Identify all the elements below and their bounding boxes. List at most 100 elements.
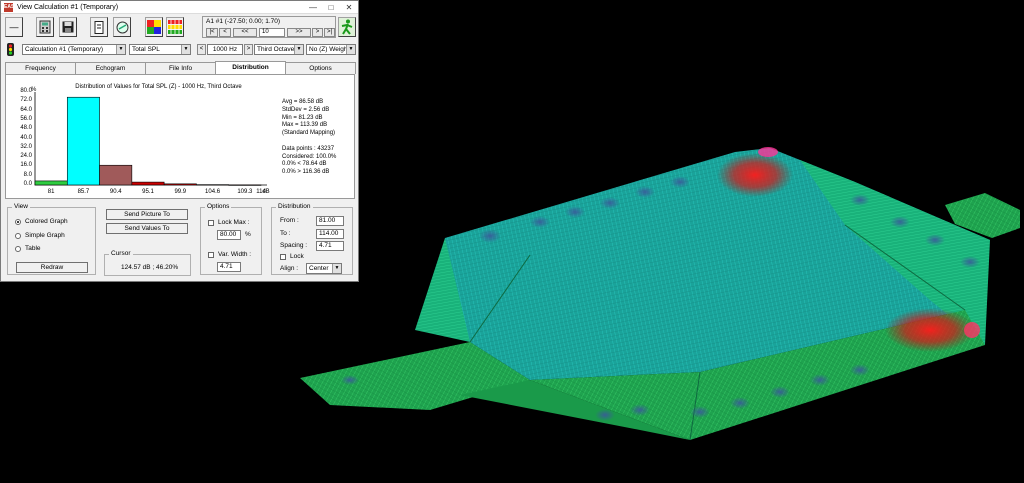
send-picture-button[interactable]: Send Picture To <box>106 209 188 220</box>
traffic-light-icon[interactable] <box>6 43 15 58</box>
last-position-button[interactable]: >| <box>324 28 335 37</box>
save-button[interactable] <box>59 17 77 37</box>
x-tick-label: 95.1 <box>142 189 154 195</box>
frequency-down-button[interactable]: < <box>197 44 206 55</box>
statistic-line: Avg = 86.58 dB <box>282 99 324 105</box>
statistic-line: Considered: 100.0% <box>282 153 337 160</box>
minimize-view-button[interactable]: — <box>5 17 23 37</box>
to-field[interactable]: 114.00 <box>316 229 344 239</box>
distribution-graph-panel: Distribution of Values for Total SPL (Z)… <box>5 74 355 199</box>
print-button[interactable] <box>90 17 108 37</box>
radio-icon <box>15 245 21 252</box>
fast-back-button[interactable]: << <box>233 28 257 37</box>
tab-echogram[interactable]: Echogram <box>75 62 146 74</box>
cursor-value: 124.57 dB ; 46.20% <box>121 264 179 271</box>
tab-file-info[interactable]: File Info <box>145 62 216 74</box>
histogram-bar[interactable] <box>131 181 165 186</box>
weighting-select[interactable]: No (Z) Weigh ▼ <box>306 44 356 55</box>
frequency-up-button[interactable]: > <box>244 44 253 55</box>
from-label: From : <box>280 217 299 224</box>
spacing-label: Spacing : <box>280 242 308 249</box>
chevron-down-icon: ▼ <box>346 45 355 54</box>
spacing-field[interactable]: 4.71 <box>316 241 344 251</box>
wizard-button[interactable] <box>113 17 131 37</box>
view-group: View Colored Graph Simple Graph Table Re… <box>7 203 96 275</box>
document-icon <box>94 20 104 34</box>
title-bar[interactable]: EASE View Calculation #1 (Temporary) — □… <box>1 1 358 14</box>
fast-forward-button[interactable]: >> <box>287 28 311 37</box>
selector-row: Calculation #1 (Temporary) ▼ Total SPL ▼… <box>1 42 358 57</box>
position-navigator: A1 #1 (-27.50; 0.00; 1.70) |< < << 10 >>… <box>202 16 336 38</box>
var-width-field[interactable]: 4.71 <box>217 262 241 272</box>
redraw-button[interactable]: Redraw <box>16 262 88 273</box>
calculation-select[interactable]: Calculation #1 (Temporary) ▼ <box>22 44 126 55</box>
toolbar: — A1 #1 (-27.50; 0.00; 1.70) |< < << 10 … <box>1 15 358 40</box>
var-width-label: Var. Width : <box>218 251 252 258</box>
radio-selected-icon <box>15 218 21 225</box>
chevron-down-icon: ▼ <box>181 45 190 54</box>
colored-graph-label: Colored Graph <box>25 218 68 225</box>
statistic-line: 0.0% > 116.36 dB <box>282 169 330 176</box>
next-position-button[interactable]: > <box>312 28 323 37</box>
color-map-button[interactable] <box>145 17 163 37</box>
align-label: Align : <box>280 265 299 272</box>
tab-frequency[interactable]: Frequency <box>5 62 76 74</box>
statistic-line: Max = 113.39 dB <box>282 122 328 129</box>
histogram-bar[interactable] <box>99 164 133 186</box>
view-calculation-window: EASE View Calculation #1 (Temporary) — □… <box>0 0 359 282</box>
previous-position-button[interactable]: < <box>219 28 231 37</box>
frequency-field[interactable]: 1000 Hz <box>207 44 243 55</box>
options-group-label: Options <box>205 203 232 210</box>
align-select[interactable]: Center ▼ <box>306 263 342 274</box>
color-grid-button[interactable] <box>166 17 184 37</box>
send-values-button[interactable]: Send Values To <box>106 223 188 234</box>
statistic-line: (Standard Mapping) <box>282 130 336 137</box>
histogram-bar[interactable] <box>228 184 262 186</box>
histogram-bar[interactable] <box>196 184 230 186</box>
options-group: Options Lock Max : 80.00 % Var. Width : … <box>200 203 262 275</box>
table-radio[interactable]: Table <box>15 245 41 252</box>
statistic-line <box>282 138 336 146</box>
align-select-value: Center <box>309 265 329 272</box>
colored-graph-radio[interactable]: Colored Graph <box>15 218 68 225</box>
measure-select-value: Total SPL <box>132 46 160 53</box>
simple-graph-label: Simple Graph <box>25 232 65 239</box>
close-button[interactable]: ✕ <box>340 3 358 12</box>
minimize-button[interactable]: — <box>304 3 322 12</box>
distribution-group-label: Distribution <box>276 203 313 210</box>
histogram-bar[interactable] <box>163 183 197 186</box>
lock-checkbox[interactable]: Lock <box>280 253 304 260</box>
x-tick-label: 104.6 <box>205 189 221 195</box>
first-position-button[interactable]: |< <box>206 28 218 37</box>
histogram-bar[interactable] <box>34 180 68 186</box>
step-field[interactable]: 10 <box>259 28 285 37</box>
weighting-select-value: No (Z) Weigh <box>309 46 348 53</box>
lock-max-field[interactable]: 80.00 <box>217 230 241 240</box>
simple-graph-radio[interactable]: Simple Graph <box>15 232 65 239</box>
floppy-disk-icon <box>62 21 74 33</box>
calculation-select-value: Calculation #1 (Temporary) <box>25 46 104 53</box>
exit-button[interactable] <box>338 17 356 37</box>
running-man-icon <box>341 19 353 35</box>
from-field[interactable]: 81.00 <box>316 216 344 226</box>
band-select[interactable]: Third Octave ▼ <box>254 44 304 55</box>
app-icon: EASE <box>4 2 18 12</box>
chevron-down-icon: ▼ <box>116 45 125 54</box>
calculator-button[interactable] <box>36 17 54 37</box>
var-width-checkbox[interactable]: Var. Width : <box>208 251 251 258</box>
measure-select[interactable]: Total SPL ▼ <box>129 44 191 55</box>
tab-options[interactable]: Options <box>285 62 356 74</box>
x-axis-unit: dB <box>262 189 270 195</box>
tab-distribution[interactable]: Distribution <box>215 61 286 74</box>
histogram-bar[interactable] <box>66 96 100 186</box>
frequency-value: 1000 Hz <box>212 46 238 53</box>
x-tick-label: 90.4 <box>109 189 122 195</box>
lock-label: Lock <box>290 253 304 260</box>
window-title: View Calculation #1 (Temporary) <box>17 3 119 11</box>
wizard-icon <box>116 21 128 33</box>
histogram-chart[interactable] <box>6 75 281 200</box>
maximize-button[interactable]: □ <box>322 3 340 12</box>
checkbox-icon <box>208 219 214 226</box>
view-group-label: View <box>12 203 30 210</box>
lock-max-checkbox[interactable]: Lock Max : <box>208 219 249 226</box>
